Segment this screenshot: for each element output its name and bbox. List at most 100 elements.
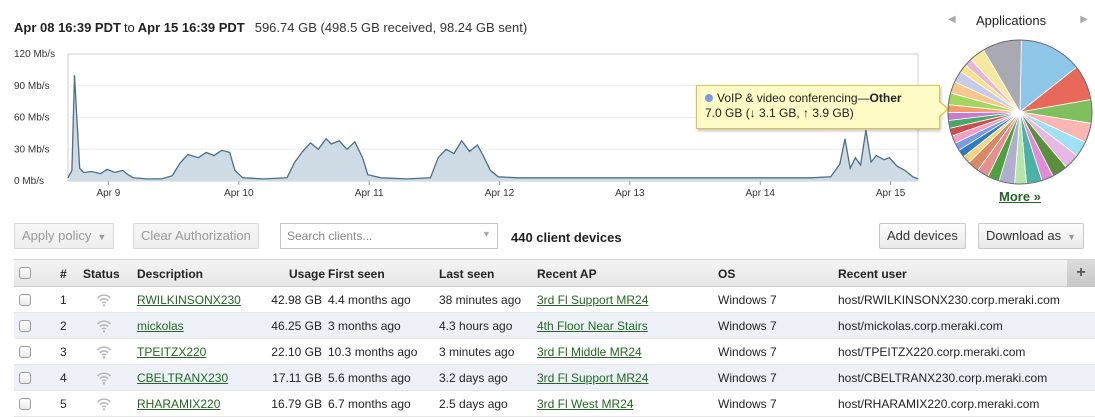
wifi-status-icon [96, 370, 112, 389]
series-dot-icon [705, 94, 713, 102]
tooltip-dash: — [857, 91, 870, 105]
row-number: 1 [60, 293, 67, 307]
row-last-seen: 4.3 hours ago [439, 319, 513, 333]
total-usage: 596.74 GB (498.5 GB received, 98.24 GB s… [254, 20, 528, 35]
x-tick-label: Apr 15 [876, 188, 906, 199]
row-usage: 16.79 GB [271, 397, 322, 411]
row-description[interactable]: mickolas [137, 313, 184, 340]
row-recent-ap[interactable]: 4th Floor Near Stairs [537, 313, 648, 340]
row-os: Windows 7 [718, 371, 777, 385]
row-first-seen: 4.4 months ago [328, 293, 411, 307]
next-arrow-icon[interactable]: ▶ [1080, 14, 1088, 25]
client-table: # Status Description Usage First seen La… [14, 259, 1095, 417]
more-link[interactable]: More » [999, 189, 1041, 204]
row-checkbox[interactable] [19, 372, 31, 384]
pie-title: Applications [976, 13, 1047, 28]
row-recent-ap[interactable]: 3rd Fl West MR24 [537, 391, 633, 417]
col-header-number[interactable]: # [60, 260, 67, 288]
row-number: 5 [60, 397, 67, 411]
row-checkbox[interactable] [19, 294, 31, 306]
col-header-first-seen[interactable]: First seen [328, 260, 385, 288]
row-last-seen: 3.2 days ago [439, 371, 508, 385]
row-number: 4 [60, 371, 67, 385]
row-recent-user: host/RWILKINSONX230.corp.meraki.com [838, 293, 1060, 307]
table-row[interactable]: 3 TPEITZX220 22.10 GB 10.3 months ago 3 … [14, 339, 1095, 365]
row-first-seen: 3 months ago [328, 319, 401, 333]
row-usage: 46.25 GB [271, 319, 322, 333]
col-header-os[interactable]: OS [718, 260, 735, 288]
table-row[interactable]: 1 RWILKINSONX230 42.98 GB 4.4 months ago… [14, 287, 1095, 313]
add-devices-button[interactable]: Add devices [879, 223, 966, 249]
row-checkbox[interactable] [19, 320, 31, 332]
x-tick-label: Apr 12 [485, 188, 515, 199]
y-tick-label: 120 Mb/s [14, 49, 55, 60]
table-row[interactable]: 4 CBELTRANX230 17.11 GB 5.6 months ago 3… [14, 365, 1095, 391]
search-dropdown-icon[interactable]: ▼ [482, 229, 491, 239]
row-number: 3 [60, 345, 67, 359]
row-recent-user: host/RHARAMIX220.corp.meraki.com [838, 397, 1040, 411]
x-tick-label: Apr 11 [355, 188, 384, 199]
row-description[interactable]: CBELTRANX230 [137, 365, 228, 392]
chevron-down-icon: ▼ [97, 232, 107, 242]
row-usage: 42.98 GB [271, 293, 322, 307]
device-count: 440 client devices [511, 230, 622, 245]
wifi-status-icon [96, 344, 112, 363]
pie-navigation: ◀ Applications ▶ [948, 13, 1088, 31]
range-start: Apr 08 16:39 PDT [14, 20, 121, 35]
x-tick-label: Apr 14 [746, 188, 776, 199]
y-tick-label: 30 Mb/s [14, 144, 50, 155]
tooltip-category: VoIP & video conferencing [717, 91, 858, 105]
row-recent-ap[interactable]: 3rd Fl Middle MR24 [537, 339, 642, 366]
applications-pie-chart[interactable] [946, 38, 1094, 186]
col-header-description[interactable]: Description [137, 260, 203, 288]
row-recent-ap[interactable]: 3rd Fl Support MR24 [537, 365, 648, 392]
tooltip-title: VoIP & video conferencing—Other [705, 91, 931, 106]
col-header-usage[interactable]: Usage [289, 260, 325, 288]
col-header-recent-ap[interactable]: Recent AP [537, 260, 597, 288]
col-header-recent-user[interactable]: Recent user [838, 260, 907, 288]
search-input[interactable]: Search clients... [280, 223, 498, 249]
x-tick-label: Apr 9 [96, 188, 120, 199]
row-os: Windows 7 [718, 293, 777, 307]
row-checkbox[interactable] [19, 346, 31, 358]
wifi-status-icon [96, 396, 112, 415]
row-first-seen: 5.6 months ago [328, 371, 411, 385]
row-recent-user: host/TPEITZX220.corp.meraki.com [838, 345, 1026, 359]
col-header-last-seen[interactable]: Last seen [439, 260, 494, 288]
prev-arrow-icon[interactable]: ◀ [948, 14, 956, 25]
range-end: Apr 15 16:39 PDT [137, 20, 245, 35]
row-recent-ap[interactable]: 3rd Fl Support MR24 [537, 287, 648, 314]
tooltip-detail: 7.0 GB (↓ 3.1 GB, ↑ 3.9 GB) [705, 106, 854, 120]
wifi-status-icon [96, 318, 112, 337]
table-body: 1 RWILKINSONX230 42.98 GB 4.4 months ago… [14, 287, 1095, 417]
row-recent-user: host/CBELTRANX230.corp.meraki.com [838, 371, 1048, 385]
download-as-button[interactable]: Download as ▼ [978, 223, 1085, 249]
row-description[interactable]: RWILKINSONX230 [137, 287, 241, 314]
x-tick-label: Apr 13 [615, 188, 645, 199]
row-first-seen: 10.3 months ago [328, 345, 418, 359]
row-checkbox[interactable] [19, 398, 31, 410]
table-row[interactable]: 5 RHARAMIX220 16.79 GB 6.7 months ago 2.… [14, 391, 1095, 417]
tooltip-app: Other [869, 91, 902, 105]
row-description[interactable]: RHARAMIX220 [137, 391, 220, 417]
row-description[interactable]: TPEITZX220 [137, 339, 206, 366]
select-all-checkbox[interactable] [19, 267, 31, 279]
row-os: Windows 7 [718, 397, 777, 411]
row-usage: 17.11 GB [272, 371, 322, 385]
col-header-status[interactable]: Status [83, 260, 120, 288]
x-tick-label: Apr 10 [224, 188, 254, 199]
date-range-summary: Apr 08 16:39 PDT to Apr 15 16:39 PDT 596.74… [14, 20, 527, 35]
row-usage: 22.10 GB [271, 345, 322, 359]
row-last-seen: 3 minutes ago [439, 345, 515, 359]
apply-policy-button[interactable]: Apply policy ▼ [14, 223, 115, 249]
add-column-icon[interactable]: + [1067, 260, 1095, 287]
table-header: # Status Description Usage First seen La… [14, 259, 1095, 287]
clear-authorization-button[interactable]: Clear Authorization [133, 223, 259, 249]
row-last-seen: 38 minutes ago [439, 293, 522, 307]
table-row[interactable]: 2 mickolas 46.25 GB 3 months ago 4.3 hou… [14, 313, 1095, 339]
row-os: Windows 7 [718, 319, 777, 333]
download-as-label: Download as [986, 228, 1062, 243]
row-number: 2 [60, 319, 67, 333]
range-to-word: to [123, 20, 135, 35]
row-first-seen: 6.7 months ago [328, 397, 411, 411]
